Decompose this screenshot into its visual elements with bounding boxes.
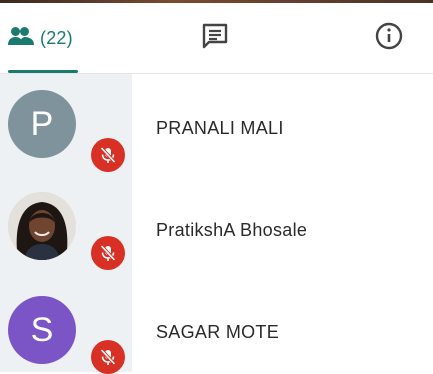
avatar-photo [8,192,76,260]
avatar-initial: S [30,310,54,349]
mic-off-icon [91,236,125,270]
chat-icon [200,21,230,56]
mic-off-icon [91,340,125,374]
avatar: S [8,296,76,364]
active-tab-indicator [8,70,78,73]
participant-count: (22) [40,27,73,48]
participant-row[interactable]: S SAGAR MOTE [0,274,433,374]
mic-off-icon [91,138,125,172]
avatar: P [8,90,76,158]
participant-list: P PRANALI MALI PratikshA Bhosale S SAGAR… [0,74,433,374]
tab-people[interactable]: (22) [8,3,82,73]
participant-name: SAGAR MOTE [156,322,280,342]
participant-name: PRANALI MALI [156,118,284,138]
people-icon [8,26,34,51]
tab-chat[interactable] [197,3,233,73]
participants-tab-bar: (22) [0,3,433,74]
participant-row[interactable]: P PRANALI MALI [0,74,433,174]
participant-name: PratikshA Bhosale [156,220,308,240]
avatar-initial: P [30,104,54,143]
participant-row[interactable]: PratikshA Bhosale [0,174,433,274]
info-icon [374,21,404,56]
tab-info[interactable] [371,3,407,73]
